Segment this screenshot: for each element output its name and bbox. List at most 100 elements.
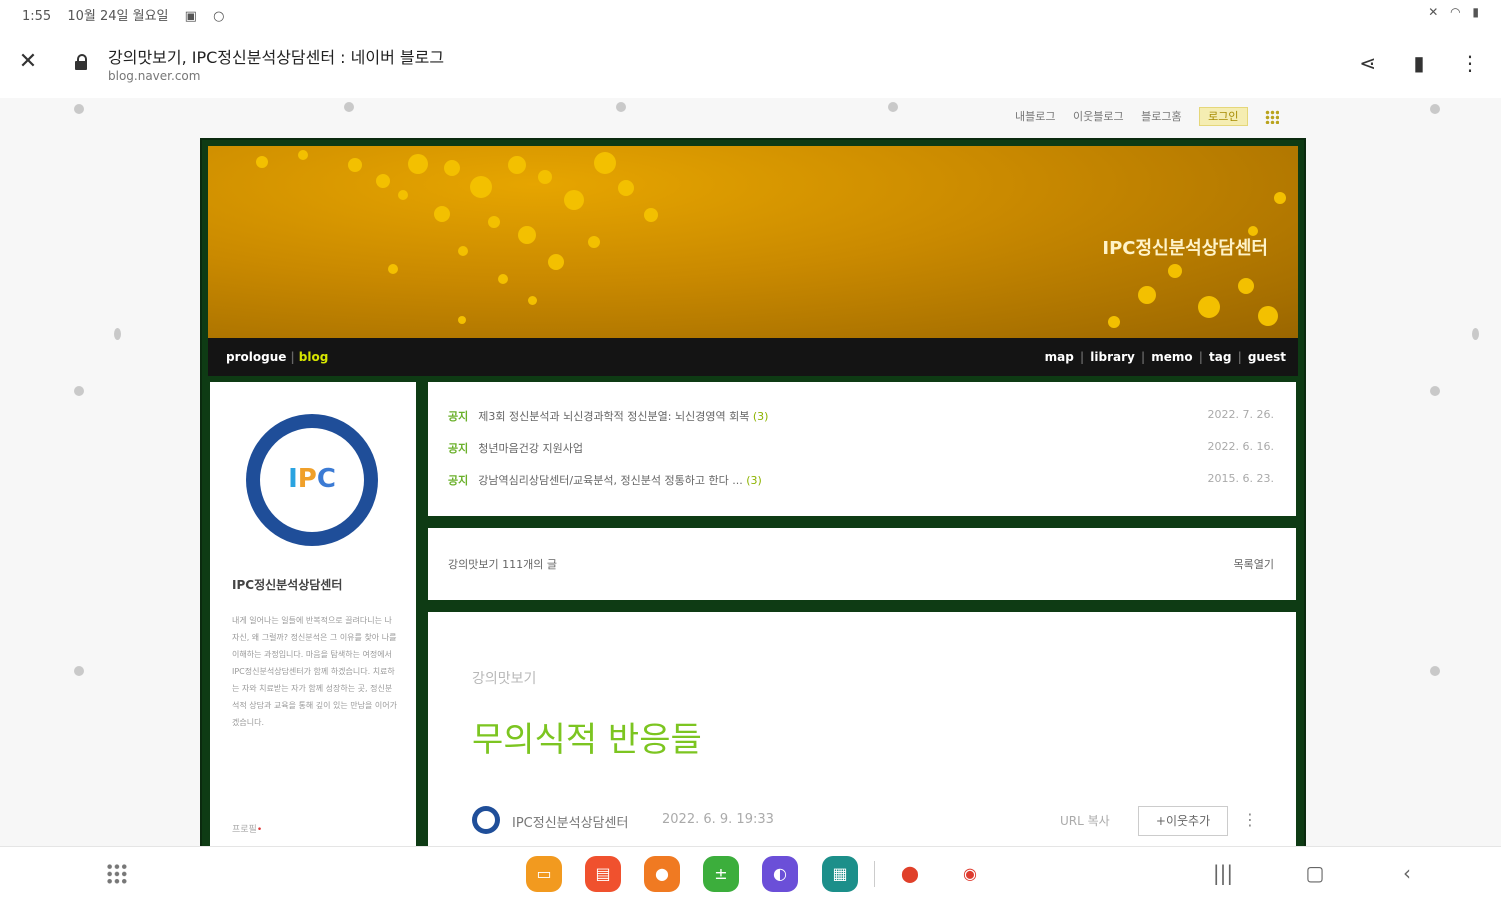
banner-dot (458, 246, 468, 256)
banner-dot (1168, 264, 1182, 278)
blog-home-link[interactable]: 블로그홈 (1141, 110, 1181, 123)
blog-menu-bar: prologue | blog map | library | memo | tag | guest (208, 338, 1298, 376)
notice-title[interactable]: 강남역심리상담센터/교육분석, 정신분석 정통하고 한다 ... (478, 474, 742, 487)
notice-title[interactable]: 청년마음건강 지원사업 (478, 442, 583, 455)
notice-title[interactable]: 제3회 정신분석과 뇌신경과학적 정신분열: 뇌신경영역 회복 (478, 410, 749, 423)
notice-list: 공지 제3회 정신분석과 뇌신경과학적 정신분열: 뇌신경영역 회복 (3) 20… (428, 382, 1296, 516)
copy-url-button[interactable]: URL 복사 (1060, 812, 1110, 829)
status-right: ✕ ◠ ▮ (1420, 5, 1479, 19)
status-time: 1:55 (22, 9, 52, 24)
banner-dot (588, 236, 600, 248)
banner-dot (298, 150, 308, 160)
wifi-icon: ◠ (1450, 5, 1461, 19)
menu-prologue[interactable]: prologue (226, 350, 286, 364)
battery-icon: ▮ (1472, 5, 1479, 19)
banner-dot (376, 174, 390, 188)
notice-item[interactable]: 공지 강남역심리상담센터/교육분석, 정신분석 정통하고 한다 ... (3) 2… (448, 472, 1274, 492)
profile-link-label: 프로필 (232, 825, 257, 835)
banner-dot (348, 158, 362, 172)
banner-dot (564, 190, 584, 210)
post-category[interactable]: 강의맛보기 (472, 668, 536, 688)
bg-speck (1430, 666, 1440, 676)
logo-ring-text (246, 414, 378, 546)
ipc-logo[interactable]: IPC (246, 414, 378, 546)
circle-icon: ○ (213, 9, 225, 24)
more-icon[interactable]: ⋮ (1457, 50, 1483, 76)
neighbor-blog-link[interactable]: 이웃블로그 (1073, 110, 1124, 123)
page-url[interactable]: blog.naver.com (108, 69, 200, 83)
author-avatar[interactable] (472, 806, 500, 834)
taskbar: ▭ ▤ ● ± ◐ ▦ ⬤ ◉ ||| ▢ ‹ (0, 846, 1501, 901)
menu-map[interactable]: map (1045, 350, 1074, 364)
maps-icon[interactable]: ⬤ (892, 856, 928, 892)
add-neighbor-button[interactable]: +이웃추가 (1138, 806, 1228, 836)
profile-link[interactable]: 프로필• (232, 822, 262, 835)
internet-icon[interactable]: ◐ (762, 856, 798, 892)
bg-speck (1430, 104, 1440, 114)
taskbar-divider (874, 861, 875, 887)
notice-tag: 공지 (448, 474, 469, 487)
post-author[interactable]: IPC정신분석상담센터 (512, 812, 628, 831)
share-icon[interactable]: ⋖ (1355, 50, 1381, 76)
menu-right: map | library | memo | tag | guest (1045, 350, 1286, 364)
mute-icon: ✕ (1428, 5, 1439, 19)
menu-left: prologue | blog (226, 350, 328, 364)
menu-library[interactable]: library (1090, 350, 1135, 364)
banner-dot (498, 274, 508, 284)
bookmark-icon[interactable]: ▮ (1406, 50, 1432, 76)
banner-dot (1108, 316, 1120, 328)
notice-date: 2015. 6. 23. (1207, 472, 1274, 485)
blog-page: 내블로그 이웃블로그 블로그홈 로그인 IPC정신분석상담센터 prologue… (0, 98, 1501, 846)
banner-dot (1258, 306, 1278, 326)
banner-dot (594, 152, 616, 174)
notice-date: 2022. 6. 16. (1207, 440, 1274, 453)
menu-separator: | (1198, 350, 1204, 364)
menu-guest[interactable]: guest (1248, 350, 1286, 364)
app-drawer-icon[interactable] (106, 863, 128, 885)
new-dot-icon: • (256, 825, 263, 835)
back-icon[interactable]: ‹ (1394, 861, 1420, 885)
status-bar: 1:55 10월 24일 월요일 ▣ ○ ✕ ◠ ▮ (0, 0, 1501, 28)
menu-memo[interactable]: memo (1151, 350, 1192, 364)
login-button[interactable]: 로그인 (1199, 107, 1248, 126)
banner-dot (488, 216, 500, 228)
post-more-icon[interactable]: ⋮ (1242, 810, 1258, 829)
menu-blog[interactable]: blog (299, 350, 329, 364)
profile-description: 내게 일어나는 일들에 반복적으로 끌려다니는 나 자신, 왜 그럴까? 정신분… (232, 616, 397, 727)
notice-tag: 공지 (448, 410, 469, 423)
contacts-icon[interactable]: ● (644, 856, 680, 892)
profile-name: IPC정신분석상담센터 (232, 578, 343, 592)
status-date: 10월 24일 월요일 (67, 9, 169, 24)
blog-frame: IPC정신분석상담센터 prologue | blog map | library | me… (200, 138, 1306, 846)
menu-tag[interactable]: tag (1209, 350, 1231, 364)
post-list-bar: 강의맛보기 111개의 글 목록열기 (428, 528, 1296, 600)
home-icon[interactable]: ▢ (1302, 861, 1328, 885)
notice-item[interactable]: 공지 제3회 정신분석과 뇌신경과학적 정신분열: 뇌신경영역 회복 (3) 20… (448, 408, 1274, 428)
menu-separator: | (1237, 350, 1242, 364)
chrome-icon[interactable]: ◉ (952, 856, 988, 892)
apps-grid-icon[interactable] (1265, 110, 1279, 124)
banner-dot (1274, 192, 1286, 204)
recents-icon[interactable]: ||| (1210, 861, 1236, 885)
bg-speck (1430, 386, 1440, 396)
menu-separator: | (290, 350, 295, 364)
notes-icon[interactable]: ▤ (585, 856, 621, 892)
banner-dot (508, 156, 526, 174)
notice-comment-count: (3) (746, 474, 762, 487)
my-files-icon[interactable]: ▭ (526, 856, 562, 892)
lock-icon (74, 54, 88, 70)
post-meta: IPC정신분석상담센터 2022. 6. 9. 19:33 URL 복사 +이웃… (472, 806, 1262, 836)
banner-dot (1138, 286, 1156, 304)
open-list-button[interactable]: 목록열기 (1234, 556, 1274, 572)
notice-item[interactable]: 공지 청년마음건강 지원사업 2022. 6. 16. (448, 440, 1274, 460)
notice-tag: 공지 (448, 442, 469, 455)
calculator-icon[interactable]: ± (703, 856, 739, 892)
calendar-icon[interactable]: ▦ (822, 856, 858, 892)
banner-title[interactable]: IPC정신분석상담센터 (1102, 234, 1268, 260)
banner-dot (398, 190, 408, 200)
close-icon[interactable]: ✕ (16, 50, 40, 74)
browser-toolbar: ✕ 강의맛보기, IPC정신분석상담센터 : 네이버 블로그 blog.nave… (0, 28, 1501, 99)
my-blog-link[interactable]: 내블로그 (1015, 110, 1055, 123)
banner-dot (1238, 278, 1254, 294)
notice-date: 2022. 7. 26. (1207, 408, 1274, 421)
